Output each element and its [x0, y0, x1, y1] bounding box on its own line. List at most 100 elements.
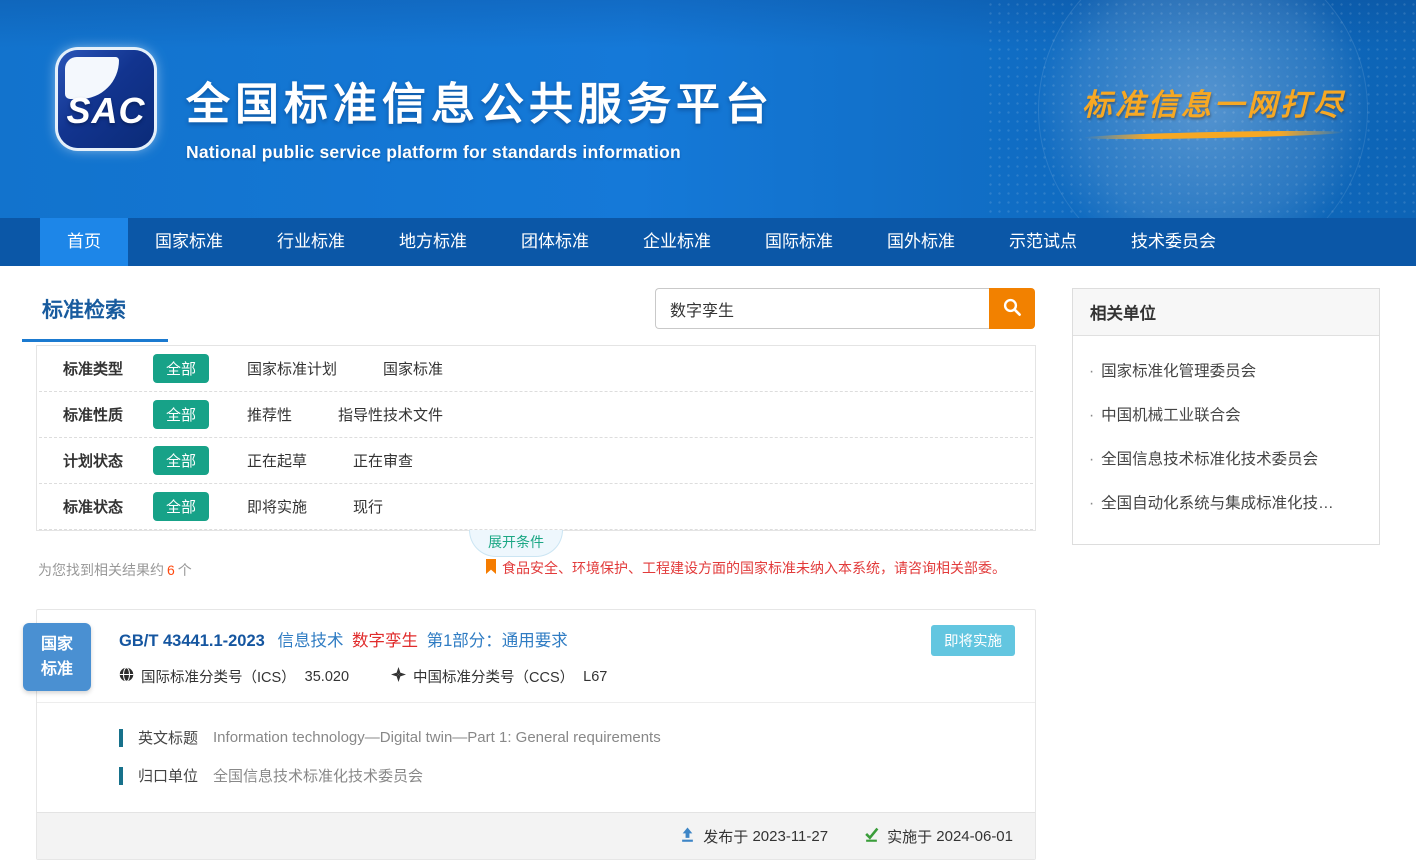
standard-type-badge: 国家 标准	[23, 623, 91, 691]
publish-date-item: 发布于 2023-11-27	[680, 826, 828, 847]
upload-icon	[680, 827, 703, 846]
nav-item-pilot[interactable]: 示范试点	[982, 218, 1104, 266]
related-unit-link[interactable]: · 全国信息技术标准化技术委员会	[1087, 436, 1365, 480]
filter-option[interactable]: 现行	[353, 496, 383, 517]
ics-value: 35.020	[305, 669, 349, 685]
type-badge-line1: 国家	[23, 632, 91, 657]
bullet: ·	[1089, 407, 1094, 424]
nav-item-group-standards[interactable]: 团体标准	[494, 218, 616, 266]
filter-option[interactable]: 指导性技术文件	[338, 404, 443, 425]
notice-text: 食品安全、环境保护、工程建设方面的国家标准未纳入本系统，请咨询相关部委。	[502, 558, 1006, 578]
implement-date-item: 实施于 2024-06-01	[864, 826, 1013, 847]
filter-option[interactable]: 推荐性	[247, 404, 292, 425]
site-header: SAC 全国标准信息公共服务平台 National public service…	[0, 0, 1416, 218]
nav-item-foreign-standards[interactable]: 国外标准	[860, 218, 982, 266]
filter-label: 计划状态	[63, 450, 153, 471]
sac-logo-text: SAC	[58, 90, 154, 132]
content-area: 标准检索 标准类型 全部 国家标准计划 国家标准	[0, 266, 1416, 860]
filter-option[interactable]: 国家标准计划	[247, 358, 337, 379]
filter-option[interactable]: 正在起草	[247, 450, 307, 471]
bullet: ·	[1089, 451, 1094, 468]
related-units-list: ·国家标准化管理委员会 · 中国机械工业联合会 · 全国信息技术标准化技术委员会 ·…	[1073, 336, 1379, 544]
filter-option[interactable]: 即将实施	[247, 496, 307, 517]
filter-all-button[interactable]: 全部	[153, 400, 209, 429]
teal-bar	[119, 729, 123, 747]
filter-label: 标准状态	[63, 496, 153, 517]
standard-title-link[interactable]: GB/T 43441.1-2023 信息技术 数字孪生 第1部分：通用要求	[119, 627, 885, 651]
publish-date: 2023-11-27	[752, 828, 828, 845]
card-details: 英文标题 Information technology—Digital twin…	[37, 703, 1035, 812]
filter-label: 标准类型	[63, 358, 153, 379]
ics-label: 国际标准分类号（ICS）	[141, 666, 296, 687]
teal-bar	[119, 767, 123, 785]
related-unit-label: 全国自动化系统与集成标准化技…	[1101, 495, 1334, 512]
related-unit-label: 中国机械工业联合会	[1101, 407, 1241, 424]
tab-standard-search[interactable]: 标准检索	[22, 294, 168, 342]
search-icon	[1003, 298, 1022, 320]
search-button[interactable]	[989, 288, 1035, 329]
related-units-title: 相关单位	[1073, 289, 1379, 336]
detail-row-english-title: 英文标题 Information technology—Digital twin…	[119, 727, 1015, 748]
ccs-label: 中国标准分类号（CCS）	[413, 666, 574, 687]
site-title-cn: 全国标准信息公共服务平台	[186, 68, 774, 132]
standard-result-card: 国家 标准 GB/T 43441.1-2023 信息技术 数字孪生 第1部分：通…	[36, 609, 1036, 860]
nav-item-enterprise-standards[interactable]: 企业标准	[616, 218, 738, 266]
filter-row-standard-nature: 标准性质 全部 推荐性 指导性技术文件	[39, 392, 1033, 438]
site-title-en: National public service platform for sta…	[186, 142, 774, 163]
related-unit-label: 全国信息技术标准化技术委员会	[1101, 451, 1318, 468]
filter-option[interactable]: 正在审查	[353, 450, 413, 471]
implement-date: 2024-06-01	[936, 828, 1013, 845]
nav-item-industry-standards[interactable]: 行业标准	[250, 218, 372, 266]
detail-label: 归口单位	[138, 765, 198, 786]
filter-all-button[interactable]: 全部	[153, 492, 209, 521]
result-count-prefix: 为您找到相关结果约	[38, 562, 164, 578]
related-unit-link[interactable]: · 中国机械工业联合会	[1087, 392, 1365, 436]
filter-all-button[interactable]: 全部	[153, 446, 209, 475]
check-icon	[864, 827, 887, 846]
nav-item-home[interactable]: 首页	[40, 218, 128, 266]
expand-conditions-button[interactable]: 展开条件	[469, 530, 563, 557]
bullet: ·	[1089, 363, 1094, 380]
nav-item-international-standards[interactable]: 国际标准	[738, 218, 860, 266]
search-box	[655, 288, 1035, 329]
publish-label: 发布于	[703, 826, 748, 847]
card-footer: 发布于 2023-11-27 实施于 2024-06-01	[37, 812, 1035, 859]
result-count-number: 6	[167, 562, 175, 578]
related-units-panel: 相关单位 ·国家标准化管理委员会 · 中国机械工业联合会 · 全国信息技术标准化技术…	[1072, 288, 1380, 545]
detail-value: 全国信息技术标准化技术委员会	[213, 765, 423, 786]
result-count: 为您找到相关结果约6个	[38, 560, 192, 580]
search-input[interactable]	[655, 288, 989, 329]
standard-code[interactable]: GB/T 43441.1-2023	[119, 632, 265, 650]
main-nav: 首页 国家标准 行业标准 地方标准 团体标准 企业标准 国际标准 国外标准 示范…	[0, 218, 1416, 266]
standard-title-part[interactable]: 信息技术	[277, 632, 343, 650]
filter-row-plan-status: 计划状态 全部 正在起草 正在审查	[39, 438, 1033, 484]
filter-label: 标准性质	[63, 404, 153, 425]
globe-icon	[119, 667, 141, 686]
filter-option[interactable]: 国家标准	[383, 358, 443, 379]
ccs-value: L67	[583, 669, 607, 685]
filter-panel: 标准类型 全部 国家标准计划 国家标准 标准性质 全部 推荐性 指导性技术文件 …	[36, 345, 1036, 531]
bookmark-icon	[485, 559, 502, 578]
search-section: 标准检索	[36, 266, 1036, 345]
detail-label: 英文标题	[138, 727, 198, 748]
nav-item-local-standards[interactable]: 地方标准	[372, 218, 494, 266]
slogan-text: 标准信息一网打尽	[1064, 80, 1364, 124]
brand[interactable]: SAC 全国标准信息公共服务平台 National public service…	[58, 50, 774, 163]
implement-label: 实施于	[887, 826, 932, 847]
slogan: 标准信息一网打尽	[1064, 80, 1364, 138]
related-unit-link[interactable]: ·全国自动化系统与集成标准化技…	[1087, 480, 1365, 524]
related-unit-link[interactable]: ·国家标准化管理委员会	[1087, 348, 1365, 392]
compass-icon	[391, 667, 413, 686]
filter-row-standard-status: 标准状态 全部 即将实施 现行	[39, 484, 1033, 530]
status-badge: 即将实施	[931, 625, 1015, 656]
results-meta: 为您找到相关结果约6个 食品安全、环境保护、工程建设方面的国家标准未纳入本系统，…	[36, 557, 1036, 583]
standard-title-part[interactable]: 第1部分：通用要求	[427, 632, 568, 650]
detail-value: Information technology—Digital twin—Part…	[213, 729, 661, 746]
standard-title-highlight[interactable]: 数字孪生	[352, 632, 418, 650]
system-notice: 食品安全、环境保护、工程建设方面的国家标准未纳入本系统，请咨询相关部委。	[485, 558, 1006, 578]
filter-all-button[interactable]: 全部	[153, 354, 209, 383]
type-badge-line2: 标准	[23, 657, 91, 682]
nav-item-technical-committee[interactable]: 技术委员会	[1104, 218, 1243, 266]
classification-line: 国际标准分类号（ICS） 35.020 中国标准分类号（CCS） L67	[119, 666, 885, 687]
nav-item-national-standards[interactable]: 国家标准	[128, 218, 250, 266]
